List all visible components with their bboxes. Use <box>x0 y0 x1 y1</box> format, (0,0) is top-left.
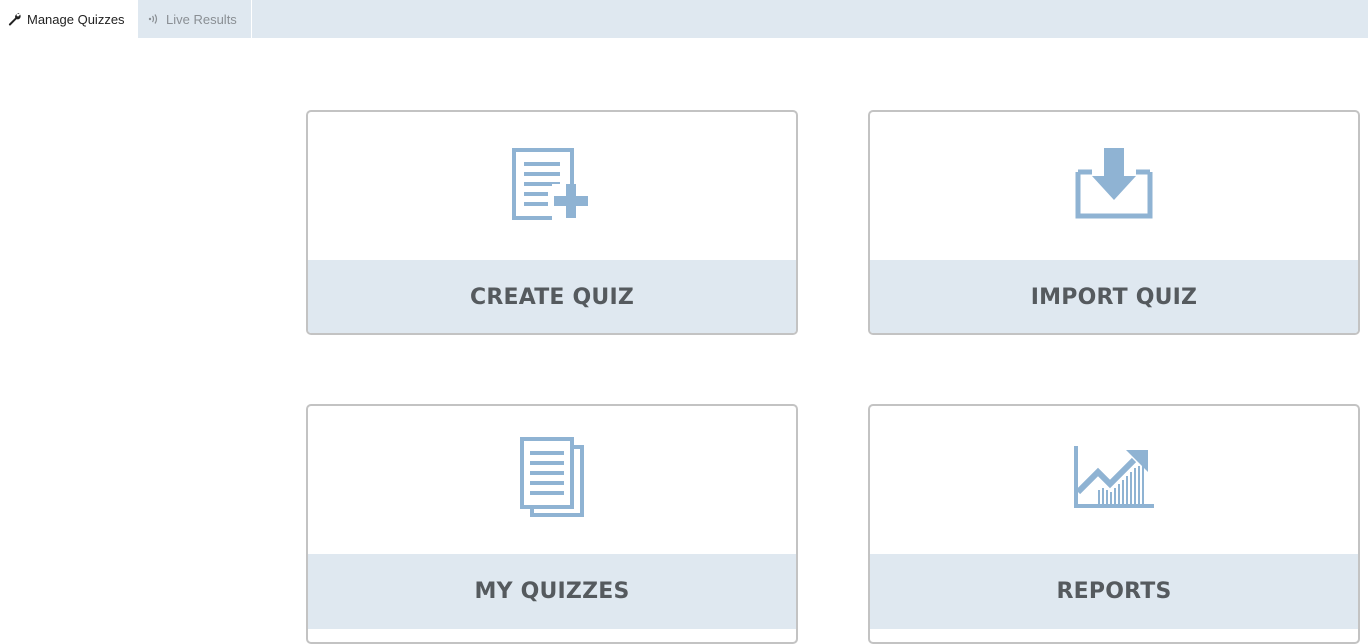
tab-live-results-label: Live Results <box>166 11 237 27</box>
reports-card[interactable]: REPORTS <box>868 404 1360 644</box>
tab-manage-quizzes[interactable]: Manage Quizzes <box>0 0 138 38</box>
import-quiz-icon-area <box>870 112 1358 260</box>
tab-manage-quizzes-label: Manage Quizzes <box>27 11 125 27</box>
chart-growth-icon <box>1072 444 1156 517</box>
reports-label: REPORTS <box>870 554 1358 629</box>
broadcast-icon <box>148 13 160 25</box>
my-quizzes-icon-area <box>308 406 796 554</box>
top-tab-bar: Manage Quizzes Live Results <box>0 0 1368 38</box>
my-quizzes-card[interactable]: MY QUIZZES <box>306 404 798 644</box>
tab-live-results[interactable]: Live Results <box>138 0 252 38</box>
my-quizzes-label: MY QUIZZES <box>308 554 796 629</box>
create-quiz-icon-area <box>308 112 796 260</box>
import-quiz-card[interactable]: IMPORT QUIZ <box>868 110 1360 335</box>
wrench-icon <box>8 12 21 26</box>
create-quiz-label: CREATE QUIZ <box>308 260 796 333</box>
download-tray-icon <box>1074 147 1154 225</box>
create-quiz-card[interactable]: CREATE QUIZ <box>306 110 798 335</box>
import-quiz-label: IMPORT QUIZ <box>870 260 1358 333</box>
documents-stack-icon <box>516 436 588 524</box>
document-add-icon <box>512 147 592 225</box>
reports-icon-area <box>870 406 1358 554</box>
